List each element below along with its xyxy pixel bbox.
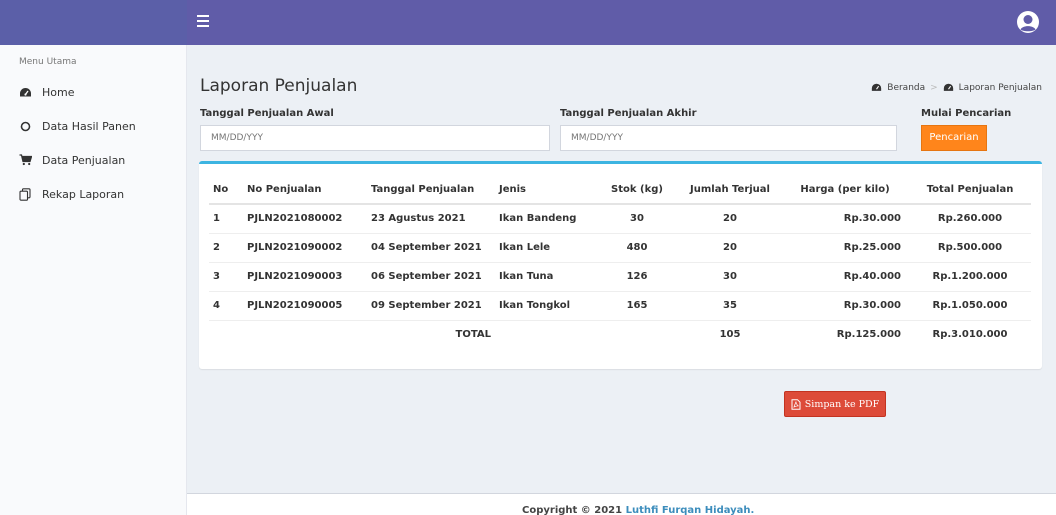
table-cell: 1 (209, 204, 243, 234)
sidebar-item-label: Data Hasil Panen (42, 119, 136, 133)
table-cell: Ikan Lele (495, 233, 595, 263)
table-row: 3 PJLN2021090003 06 September 2021 Ikan … (209, 262, 1031, 292)
table-cell: PJLN2021090003 (243, 262, 367, 292)
table-cell: Rp.260.000 (905, 204, 1031, 234)
column-header: No (209, 176, 243, 205)
table-cell (595, 320, 675, 349)
table-row: 4 PJLN2021090005 09 September 2021 Ikan … (209, 291, 1031, 321)
breadcrumb-home-link[interactable]: Beranda (887, 83, 925, 93)
table-cell: 09 September 2021 (367, 291, 495, 321)
sales-table-box: No No Penjualan Tanggal Penjualan Jenis … (199, 161, 1042, 369)
start-date-input[interactable] (200, 125, 550, 151)
table-cell: 35 (675, 291, 781, 321)
column-header: Stok (kg) (595, 176, 675, 205)
total-label: TOTAL (455, 329, 491, 341)
report-icon (18, 187, 32, 201)
total-penjualan: Rp.3.010.000 (932, 329, 1008, 341)
main-content: Laporan Penjualan Beranda > Laporan Penj… (187, 45, 1056, 515)
table-cell: 30 (595, 204, 675, 234)
table-cell: Ikan Tuna (495, 262, 595, 292)
sidebar-item-data-hasil-panen[interactable]: Data Hasil Panen (0, 109, 186, 143)
table-cell: PJLN2021090002 (243, 233, 367, 263)
dashboard-icon (18, 85, 32, 99)
table-cell: 04 September 2021 (367, 233, 495, 263)
cart-icon (18, 153, 32, 167)
end-date-label: Tanggal Penjualan Akhir (560, 108, 697, 119)
table-cell (209, 320, 243, 349)
navbar (187, 0, 1056, 45)
table-cell (243, 320, 367, 349)
table-cell: Rp.500.000 (905, 233, 1031, 263)
table-cell: Ikan Tongkol (495, 291, 595, 321)
user-avatar-icon[interactable] (1016, 10, 1040, 34)
table-total-row: TOTAL 105 Rp.125.000 Rp.3.010.000 (209, 320, 1031, 349)
copyright-text: Copyright © 2021 Luthfi Furqan Hidayah. (522, 505, 754, 515)
table-cell: 126 (595, 262, 675, 292)
sidebar: Menu Utama Home Data Hasil Panen Data Pe… (0, 45, 187, 515)
table-cell: Rp.40.000 (781, 262, 905, 292)
search-button[interactable]: Pencarian (921, 125, 987, 151)
column-header: Harga (per kilo) (781, 176, 905, 205)
table-row: 2 PJLN2021090002 04 September 2021 Ikan … (209, 233, 1031, 263)
table-cell: Rp.30.000 (781, 204, 905, 234)
sidebar-item-data-penjualan[interactable]: Data Penjualan (0, 143, 186, 177)
page-title: Laporan Penjualan (200, 76, 358, 96)
pdf-file-icon (791, 398, 801, 410)
sidebar-item-home[interactable]: Home (0, 75, 186, 109)
sidebar-item-label: Data Penjualan (42, 153, 126, 167)
sales-table: No No Penjualan Tanggal Penjualan Jenis … (209, 176, 1031, 349)
navbar-brand-area (0, 0, 187, 45)
copyright-prefix: Copyright © 2021 (522, 505, 626, 515)
footer: Copyright © 2021 Luthfi Furqan Hidayah. (187, 493, 1056, 515)
save-pdf-label: Simpan ke PDF (804, 398, 880, 410)
table-cell: 20 (675, 204, 781, 234)
table-cell: 06 September 2021 (367, 262, 495, 292)
sidebar-toggle-icon[interactable] (197, 15, 209, 27)
breadcrumb-current: Laporan Penjualan (958, 82, 1042, 93)
table-cell: Rp.1.050.000 (905, 291, 1031, 321)
table-cell: 30 (675, 262, 781, 292)
column-header: No Penjualan (243, 176, 367, 205)
column-header: Jenis (495, 176, 595, 205)
table-cell: 23 Agustus 2021 (367, 204, 495, 234)
start-date-label: Tanggal Penjualan Awal (200, 108, 334, 119)
breadcrumb-separator: > (930, 82, 938, 93)
save-pdf-button[interactable]: Simpan ke PDF (784, 391, 886, 417)
table-cell: Rp.30.000 (781, 291, 905, 321)
table-cell: 3 (209, 262, 243, 292)
table-cell: Ikan Bandeng (495, 204, 595, 234)
column-header: Jumlah Terjual (675, 176, 781, 205)
sidebar-item-rekap-laporan[interactable]: Rekap Laporan (0, 177, 186, 211)
breadcrumb: Beranda > Laporan Penjualan (871, 82, 1042, 93)
table-cell: Rp.25.000 (781, 233, 905, 263)
table-cell: 2 (209, 233, 243, 263)
table-row: 1 PJLN2021080002 23 Agustus 2021 Ikan Ba… (209, 204, 1031, 234)
sidebar-item-label: Home (42, 85, 75, 99)
column-header: Total Penjualan (905, 176, 1031, 205)
table-cell: PJLN2021090005 (243, 291, 367, 321)
table-cell: 165 (595, 291, 675, 321)
table-cell: 20 (675, 233, 781, 263)
end-date-input[interactable] (560, 125, 897, 151)
column-header: Tanggal Penjualan (367, 176, 495, 205)
search-label: Mulai Pencarian (921, 108, 1012, 119)
top-navbar (0, 0, 1056, 45)
circle-icon (18, 119, 32, 133)
dashboard-icon (943, 83, 953, 91)
author-link[interactable]: Luthfi Furqan Hidayah. (626, 505, 755, 515)
dashboard-icon (872, 83, 882, 91)
table-header-row: No No Penjualan Tanggal Penjualan Jenis … (209, 176, 1031, 205)
total-harga: Rp.125.000 (836, 329, 901, 341)
table-cell: Rp.1.200.000 (905, 262, 1031, 292)
total-jumlah: 105 (719, 329, 741, 341)
table-cell: 4 (209, 291, 243, 321)
table-cell: 480 (595, 233, 675, 263)
table-cell (495, 320, 595, 349)
sidebar-header: Menu Utama (19, 57, 77, 67)
sidebar-item-label: Rekap Laporan (42, 187, 125, 201)
table-cell: PJLN2021080002 (243, 204, 367, 234)
